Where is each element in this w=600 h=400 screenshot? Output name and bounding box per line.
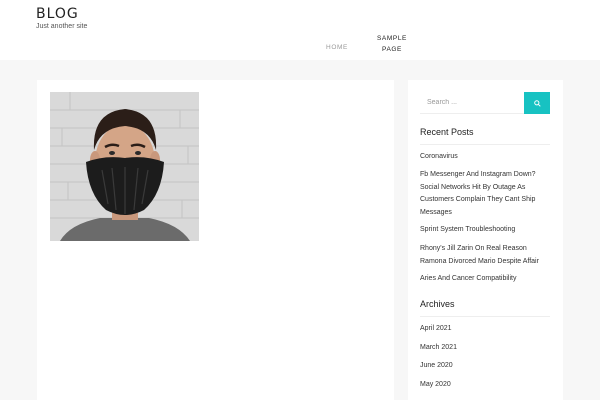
recent-post-link[interactable]: Sprint System Troubleshooting — [420, 224, 554, 237]
site-title[interactable]: BLOG — [36, 6, 79, 22]
nav-item-home[interactable]: HOME — [318, 44, 356, 51]
recent-posts-title: Recent Posts — [420, 127, 474, 137]
recent-post-link[interactable]: Aries And Cancer Compatibility — [420, 273, 554, 286]
eye-right — [135, 151, 141, 155]
eye-left — [109, 151, 115, 155]
site-tagline: Just another site — [36, 23, 88, 30]
archives-title: Archives — [420, 299, 455, 309]
archive-link[interactable]: June 2020 — [420, 360, 554, 373]
site-header: BLOG Just another site HOME SAMPLE PAGE — [0, 0, 600, 60]
archives-divider — [420, 316, 550, 317]
post-featured-image[interactable] — [50, 92, 199, 241]
recent-post-link[interactable]: Coronavirus — [420, 151, 554, 164]
search-input[interactable] — [420, 92, 524, 114]
recent-post-link[interactable]: Rhony's Jill Zarin On Real Reason Ramona… — [420, 243, 554, 268]
main-content — [37, 80, 394, 400]
archive-link[interactable]: May 2020 — [420, 379, 554, 392]
search-icon — [533, 99, 541, 107]
recent-posts-divider — [420, 144, 550, 145]
nav-item-sample-page-line2: PAGE — [382, 46, 402, 53]
nav-item-sample-page[interactable]: SAMPLE PAGE — [372, 33, 412, 55]
archive-link[interactable]: March 2021 — [420, 342, 554, 355]
archive-link[interactable]: April 2021 — [420, 323, 554, 336]
nav-item-sample-page-line1: SAMPLE — [377, 35, 407, 42]
search-button[interactable] — [524, 92, 550, 114]
sidebar: Recent Posts Coronavirus Fb Messenger An… — [408, 80, 563, 400]
recent-post-link[interactable]: Fb Messenger And Instagram Down? Social … — [420, 169, 554, 219]
